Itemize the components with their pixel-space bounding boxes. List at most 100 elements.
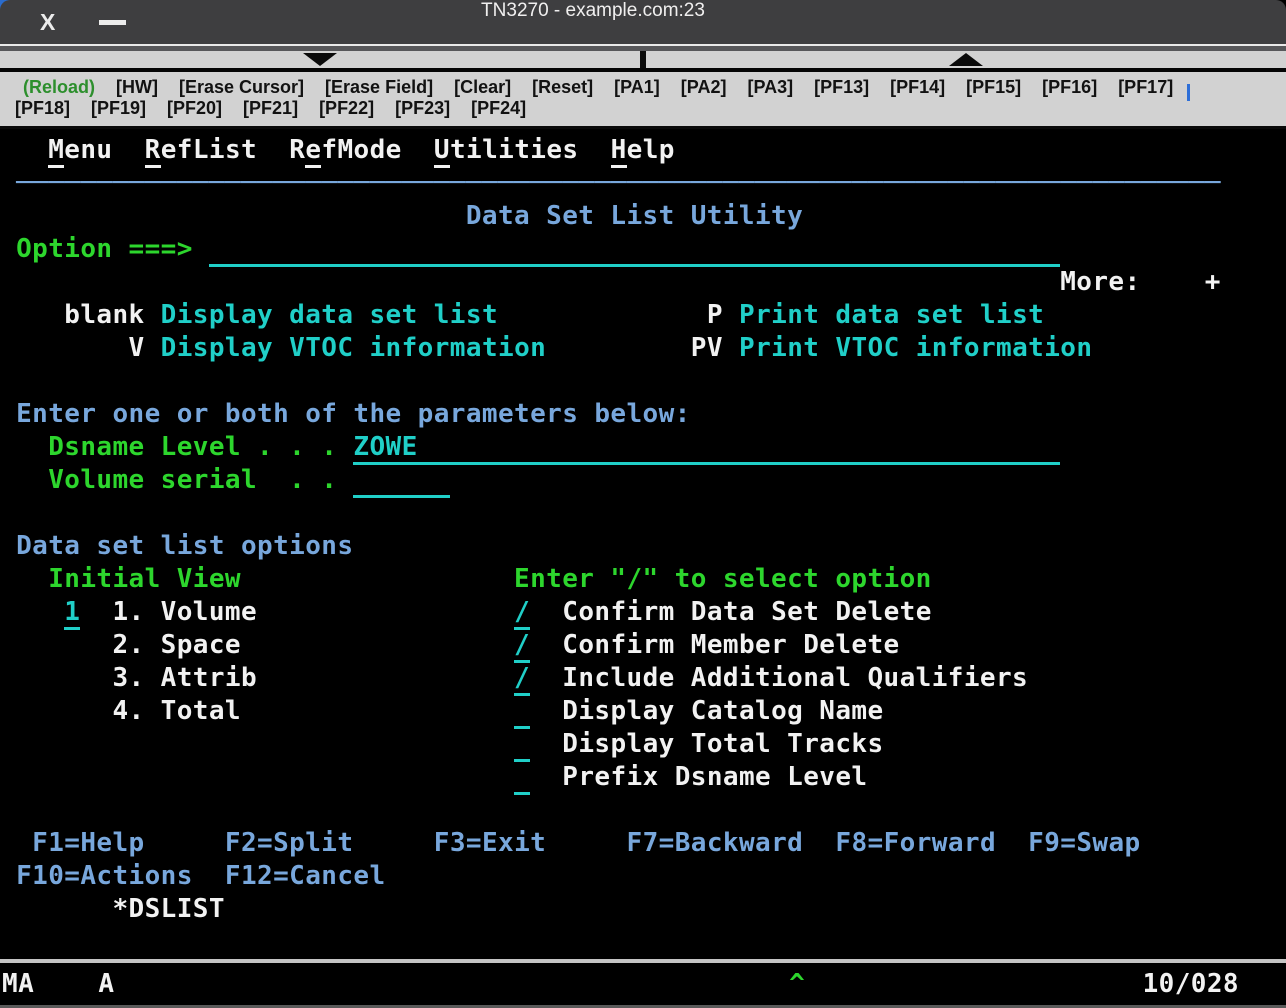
spacer xyxy=(530,597,562,627)
terminal-row: 1 1. Volume / Confirm Data Set Delete xyxy=(0,596,1286,629)
menu-item-utilities[interactable]: tilities xyxy=(450,135,579,165)
terminal-row: Dsname Level . . . ZOWE xyxy=(0,431,1286,464)
spacer xyxy=(0,465,48,495)
spacer xyxy=(0,828,32,858)
erase-field-button[interactable]: [Erase Field] xyxy=(325,77,433,98)
pf24-button[interactable]: [PF24] xyxy=(471,98,526,119)
fkey-f10-actions[interactable]: F10=Actions xyxy=(16,861,193,891)
right-panel-handle[interactable] xyxy=(646,51,1286,68)
spacer xyxy=(193,234,209,264)
spacer xyxy=(0,564,48,594)
left-panel-handle[interactable] xyxy=(0,51,640,68)
pf15-button[interactable]: [PF15] xyxy=(966,77,1021,98)
include-additional-qualifiers-input[interactable]: / xyxy=(514,663,530,696)
titlebar[interactable]: X TN3270 - example.com:23 xyxy=(0,0,1286,44)
volume-serial-label: Volume serial . . xyxy=(48,465,337,495)
pa3-button[interactable]: [PA3] xyxy=(747,77,793,98)
panel-title: Data Set List Utility xyxy=(466,201,803,231)
minimize-button[interactable] xyxy=(99,0,126,44)
terminal-row: Data Set List Utility xyxy=(0,200,1286,233)
spacer xyxy=(530,696,562,726)
spacer xyxy=(0,399,16,429)
menu-item-utilities[interactable]: U xyxy=(434,135,450,168)
menu-item-reflist[interactable]: R xyxy=(145,135,161,168)
spacer xyxy=(0,729,514,759)
fkey-f12-cancel[interactable]: F12=Cancel xyxy=(225,861,386,891)
spacer xyxy=(257,663,514,693)
pa1-button[interactable]: [PA1] xyxy=(614,77,660,98)
spacer xyxy=(145,300,161,330)
terminal-row: 2. Space / Confirm Member Delete xyxy=(0,629,1286,662)
pf19-button[interactable]: [PF19] xyxy=(91,98,146,119)
status-caret-indicator: ^ xyxy=(789,969,805,999)
terminal-row: Menu RefList RefMode Utilities Help xyxy=(0,134,1286,167)
menu-item-reflist[interactable]: efList xyxy=(161,135,257,165)
fkey-f1-help[interactable]: F1=Help xyxy=(32,828,144,858)
spacer xyxy=(723,333,739,363)
spacer xyxy=(0,432,48,462)
toolbar-caret xyxy=(1187,84,1190,101)
fkey-f8-forward[interactable]: F8=Forward xyxy=(835,828,996,858)
menu-item-menu[interactable]: enu xyxy=(64,135,112,165)
spacer xyxy=(114,969,789,999)
pf20-button[interactable]: [PF20] xyxy=(167,98,222,119)
spacer xyxy=(402,135,434,165)
separator-line: ────────────────────────────────────────… xyxy=(16,168,1221,198)
pf16-button[interactable]: [PF16] xyxy=(1042,77,1097,98)
menu-item-help[interactable]: elp xyxy=(627,135,675,165)
spacer xyxy=(530,762,562,792)
minimize-icon xyxy=(99,20,126,25)
display-total-tracks-input[interactable] xyxy=(514,729,530,762)
close-button[interactable]: X xyxy=(40,0,55,44)
pa2-button[interactable]: [PA2] xyxy=(681,77,727,98)
confirm-data-set-delete-input[interactable]: / xyxy=(514,597,530,630)
prefix-dsname-level-label: Prefix Dsname Level xyxy=(562,762,867,792)
spacer xyxy=(145,828,225,858)
fkey-f2-split[interactable]: F2=Split xyxy=(225,828,354,858)
pf18-button[interactable]: [PF18] xyxy=(15,98,70,119)
menu-item-help[interactable]: H xyxy=(611,135,627,168)
pf13-button[interactable]: [PF13] xyxy=(814,77,869,98)
status-ma-indicator: MA xyxy=(2,969,34,999)
option-desc: Print VTOC information xyxy=(739,333,1092,363)
pf21-button[interactable]: [PF21] xyxy=(243,98,298,119)
spacer xyxy=(0,894,112,924)
menu-item-refmode[interactable]: e xyxy=(305,135,321,168)
hw-button[interactable]: [HW] xyxy=(116,77,158,98)
terminal-row: Display Total Tracks xyxy=(0,728,1286,761)
pf14-button[interactable]: [PF14] xyxy=(890,77,945,98)
spacer xyxy=(145,333,161,363)
option-code-pv: PV xyxy=(691,333,723,363)
reset-button[interactable]: [Reset] xyxy=(532,77,593,98)
prefix-dsname-level-input[interactable] xyxy=(514,762,530,795)
dslist-indicator: *DSLIST xyxy=(112,894,224,924)
pf22-button[interactable]: [PF22] xyxy=(319,98,374,119)
include-additional-qualifiers-label: Include Additional Qualifiers xyxy=(562,663,1028,693)
clear-button[interactable]: [Clear] xyxy=(454,77,511,98)
reload-button[interactable]: (Reload) xyxy=(23,77,95,98)
option-input[interactable] xyxy=(209,234,1060,267)
menu-item-menu[interactable]: M xyxy=(48,135,64,168)
dsname-level-input[interactable]: ZOWE xyxy=(353,432,1060,465)
option-prompt: Option ===> xyxy=(16,234,193,264)
spacer xyxy=(530,663,562,693)
spacer xyxy=(337,465,353,495)
spacer xyxy=(34,969,98,999)
spacer xyxy=(112,135,144,165)
fkey-f3-exit[interactable]: F3=Exit xyxy=(434,828,546,858)
menu-item-refmode[interactable]: R xyxy=(289,135,305,165)
terminal-row: *DSLIST xyxy=(0,893,1286,926)
erase-cursor-button[interactable]: [Erase Cursor] xyxy=(179,77,304,98)
volume-serial-input[interactable] xyxy=(353,465,449,498)
display-catalog-name-input[interactable] xyxy=(514,696,530,729)
pf17-button[interactable]: [PF17] xyxy=(1118,77,1173,98)
fkey-f7-backward[interactable]: F7=Backward xyxy=(627,828,804,858)
terminal-screen[interactable]: Menu RefList RefMode Utilities Help ────… xyxy=(0,129,1286,959)
confirm-member-delete-input[interactable]: / xyxy=(514,630,530,663)
spacer xyxy=(805,969,1142,999)
pf23-button[interactable]: [PF23] xyxy=(395,98,450,119)
menu-item-refmode[interactable]: fMode xyxy=(321,135,401,165)
collapse-arrow-icon xyxy=(303,53,337,66)
fkey-f9-swap[interactable]: F9=Swap xyxy=(1028,828,1140,858)
initial-view-input[interactable]: 1 xyxy=(64,597,80,630)
